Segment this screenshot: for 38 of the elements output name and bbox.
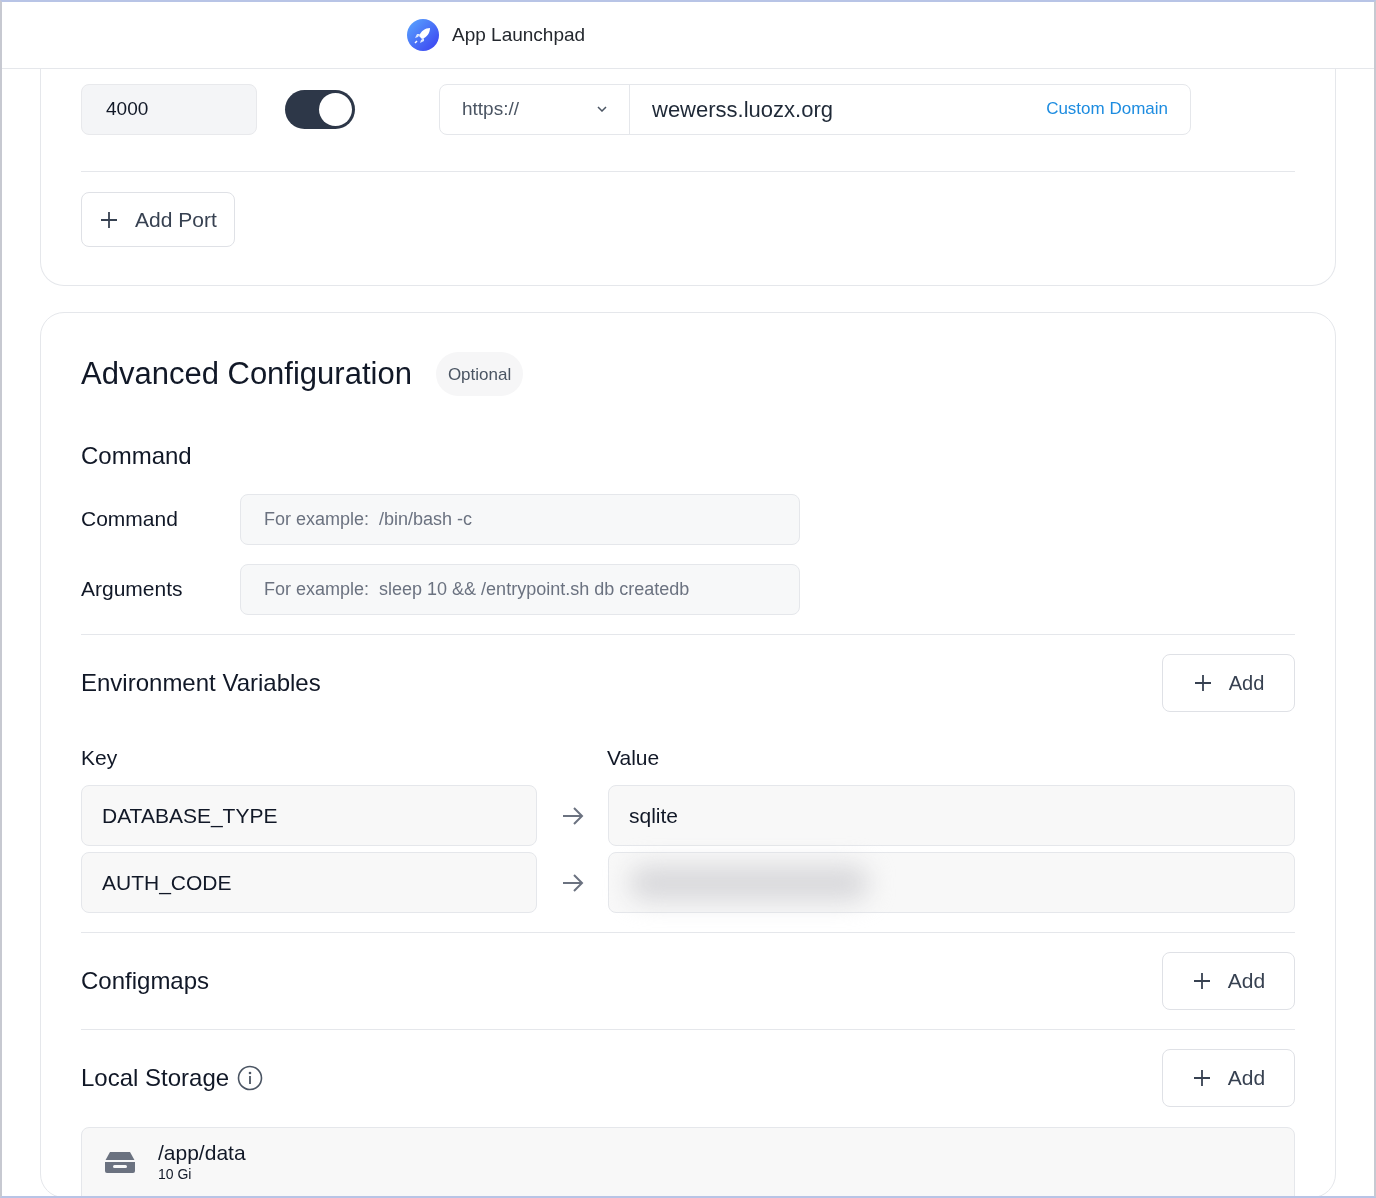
rocket-logo-icon xyxy=(406,18,440,52)
section-title: Advanced Configuration xyxy=(81,355,412,393)
subsection-title: Local Storage xyxy=(81,1063,230,1093)
arrow-right-icon xyxy=(560,872,585,893)
info-icon[interactable] xyxy=(237,1065,264,1091)
mount-path: /app/data xyxy=(158,1140,246,1167)
plus-icon xyxy=(1191,971,1212,991)
drive-icon xyxy=(104,1150,136,1174)
input-field[interactable]: For example: sleep 10 && /entrypoint.sh db createdb xyxy=(240,563,800,615)
optional-badge: Optional xyxy=(435,352,524,397)
storage-size: 10 Gi xyxy=(158,1166,193,1184)
custom-domain-link[interactable]: Custom Domain xyxy=(1046,96,1168,122)
toggle-switch[interactable] xyxy=(285,89,355,129)
input-field[interactable]: For example: /bin/bash -c xyxy=(240,493,800,545)
add-port-button[interactable]: Add Port xyxy=(81,192,235,247)
field-label: Command xyxy=(81,506,179,533)
subsection-title: Configmaps xyxy=(81,966,210,996)
plus-icon xyxy=(1192,672,1213,693)
subsection-title: Environment Variables xyxy=(81,667,321,698)
subsection-title: Command xyxy=(81,440,193,471)
plus-icon xyxy=(99,209,119,230)
value-input[interactable] xyxy=(608,852,1295,913)
port-input[interactable]: 4000 xyxy=(81,83,257,135)
arrow-right-icon xyxy=(560,805,585,826)
app-title: App Launchpad xyxy=(452,22,586,47)
add-button[interactable]: Add xyxy=(1162,952,1295,1010)
key-input[interactable]: DATABASE_TYPE xyxy=(81,785,537,846)
column-header: Value xyxy=(607,744,660,771)
domain-text: wewerss.luozx.org xyxy=(652,95,833,124)
value-input[interactable]: sqlite xyxy=(608,785,1295,846)
key-input[interactable]: AUTH_CODE xyxy=(81,852,537,913)
plus-icon xyxy=(1191,1068,1212,1088)
protocol-select[interactable]: https:// xyxy=(440,84,630,134)
field-label: Arguments xyxy=(81,576,184,603)
add-button[interactable]: Add xyxy=(1162,1049,1295,1107)
add-button[interactable]: Add xyxy=(1162,653,1295,712)
chevron-down-icon xyxy=(597,106,607,112)
column-header: Key xyxy=(81,744,119,771)
